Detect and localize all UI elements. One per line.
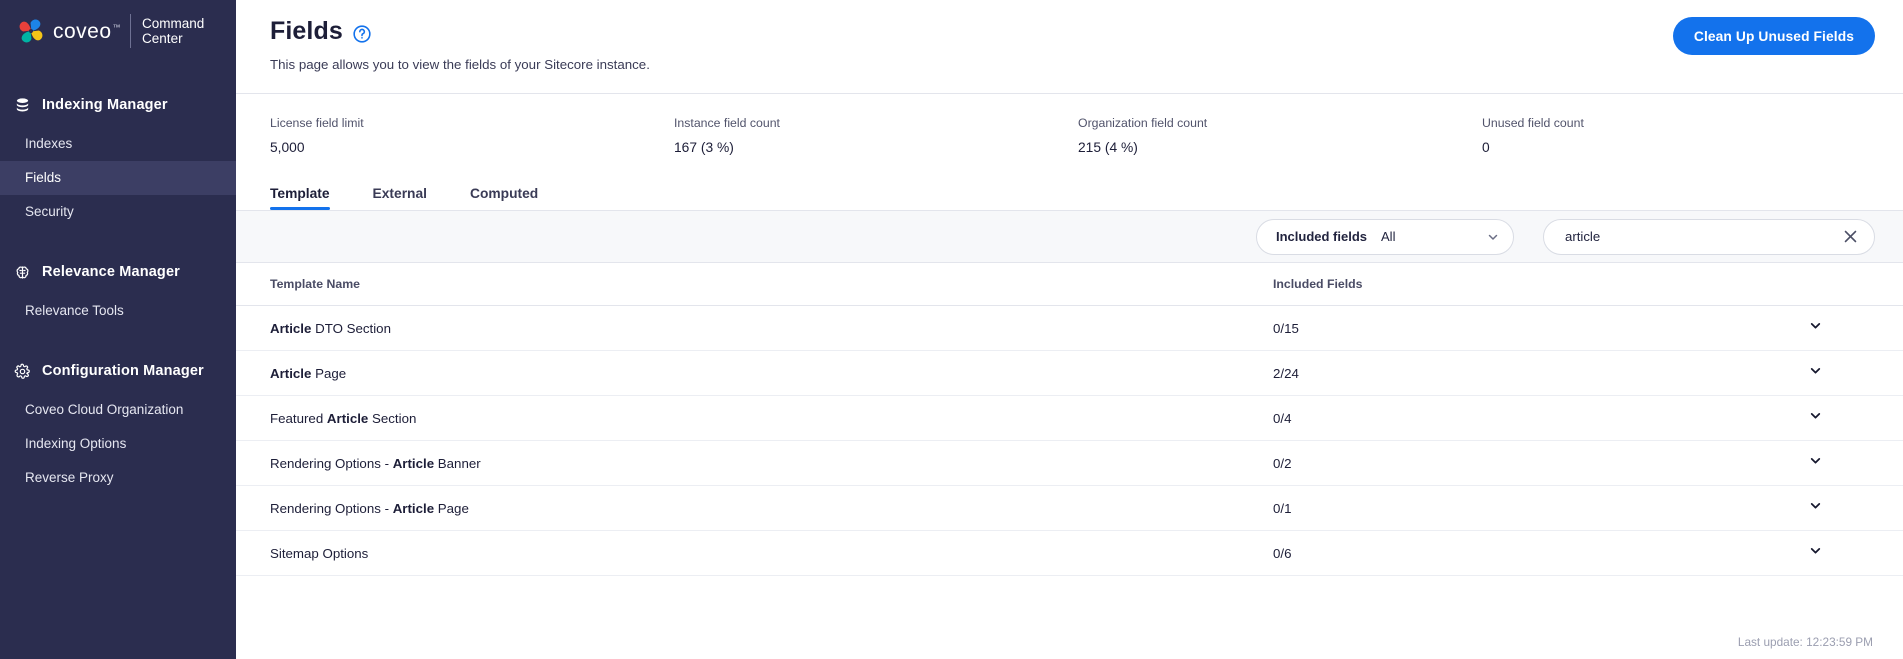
- trademark-symbol: ™: [112, 23, 122, 32]
- included-fields-select[interactable]: Included fields All: [1256, 218, 1514, 255]
- included-fields-label: Included fields: [1276, 229, 1368, 244]
- table-row[interactable]: Article Page 2/24: [236, 351, 1903, 396]
- sidebar-item-relevance-tools[interactable]: Relevance Tools: [0, 294, 236, 328]
- page-title: Fields: [270, 17, 343, 45]
- product-name: Command Center: [142, 16, 204, 47]
- stat-value: 215 (4 %): [1078, 140, 1138, 155]
- sidebar-item-indexes[interactable]: Indexes: [0, 127, 236, 161]
- chevron-down-icon: [1487, 231, 1499, 243]
- main-content: Fields This page allows you to view the …: [236, 0, 1903, 659]
- sidebar-item-security[interactable]: Security: [0, 195, 236, 229]
- templates-table: Template Name Included Fields Article DT…: [236, 263, 1903, 659]
- cell-template-name: Rendering Options - Article Banner: [270, 455, 481, 471]
- cell-template-name: Article DTO Section: [270, 320, 391, 336]
- stat-instance-field-count: Instance field count 167 (3 %): [674, 116, 1078, 172]
- sidebar-section-configuration-manager: Configuration Manager: [0, 354, 236, 388]
- table-row[interactable]: Article DTO Section 0/15: [236, 306, 1903, 351]
- question-circle-icon[interactable]: [352, 24, 372, 44]
- brand-name: coveo: [53, 20, 112, 43]
- stat-organization-field-count: Organization field count 215 (4 %): [1078, 116, 1482, 172]
- cell-included-fields: 2/24: [1273, 365, 1299, 381]
- stat-unused-field-count: Unused field count 0: [1482, 116, 1584, 172]
- table-row[interactable]: Featured Article Section 0/4: [236, 396, 1903, 441]
- cell-expand: [1755, 319, 1875, 337]
- stats-row: License field limit 5,000 Instance field…: [236, 94, 1903, 172]
- table-body: Article DTO Section 0/15 Article Page 2/24 F…: [236, 306, 1903, 576]
- cell-template-name: Featured Article Section: [270, 410, 417, 426]
- cell-expand: [1755, 499, 1875, 517]
- close-x-icon[interactable]: [1839, 226, 1861, 248]
- cell-included-fields: 0/15: [1273, 320, 1299, 336]
- tab-external[interactable]: External: [373, 186, 427, 210]
- brand-divider: [130, 14, 132, 48]
- sidebar: coveo™ Command Center Indexing Manager I…: [0, 0, 236, 659]
- table-header-row: Template Name Included Fields: [236, 263, 1903, 306]
- brand-wordmark: coveo™: [53, 20, 121, 44]
- chevron-down-icon[interactable]: [1755, 499, 1875, 512]
- cell-expand: [1755, 409, 1875, 427]
- tab-template[interactable]: Template: [270, 186, 330, 210]
- filter-bar: Included fields All: [236, 211, 1903, 263]
- product-name-line1: Command: [142, 15, 205, 31]
- cell-included-fields: 0/6: [1273, 545, 1292, 561]
- gear-icon: [13, 362, 32, 381]
- search-box[interactable]: [1543, 218, 1875, 255]
- column-header-included-fields: Included Fields: [1273, 277, 1363, 291]
- tab-bar: Template External Computed: [236, 172, 1903, 210]
- stat-label: License field limit: [270, 116, 364, 130]
- database-icon: [13, 96, 32, 115]
- search-input[interactable]: [1563, 228, 1839, 245]
- sidebar-section-relevance-manager: Relevance Manager: [0, 255, 236, 289]
- cell-included-fields: 0/1: [1273, 500, 1292, 516]
- stat-label: Instance field count: [674, 116, 780, 130]
- cell-included-fields: 0/2: [1273, 455, 1292, 471]
- stat-label: Unused field count: [1482, 116, 1584, 130]
- stat-value: 0: [1482, 140, 1490, 155]
- stat-label: Organization field count: [1078, 116, 1208, 130]
- chevron-down-icon[interactable]: [1755, 364, 1875, 377]
- cell-included-fields: 0/4: [1273, 410, 1292, 426]
- page-description: This page allows you to view the fields …: [270, 57, 650, 72]
- tab-computed[interactable]: Computed: [470, 186, 538, 210]
- coveo-pinwheel-logo-icon: [16, 16, 46, 46]
- cell-template-name: Rendering Options - Article Page: [270, 500, 469, 516]
- sidebar-section-label: Relevance Manager: [42, 264, 180, 280]
- sidebar-item-reverse-proxy[interactable]: Reverse Proxy: [0, 461, 236, 495]
- page-header: Fields This page allows you to view the …: [236, 0, 1903, 93]
- clean-up-unused-fields-button[interactable]: Clean Up Unused Fields: [1672, 17, 1875, 55]
- cell-expand: [1755, 454, 1875, 472]
- table-row[interactable]: Rendering Options - Article Banner 0/2: [236, 441, 1903, 486]
- chevron-down-icon[interactable]: [1755, 319, 1875, 332]
- cell-template-name: Sitemap Options: [270, 545, 369, 561]
- cell-expand: [1755, 364, 1875, 382]
- brand-header[interactable]: coveo™ Command Center: [0, 0, 236, 62]
- sidebar-section-indexing-manager: Indexing Manager: [0, 88, 236, 122]
- brain-icon: [13, 263, 32, 282]
- included-fields-value: All: [1381, 229, 1396, 244]
- chevron-down-icon[interactable]: [1755, 454, 1875, 467]
- chevron-down-icon[interactable]: [1755, 544, 1875, 557]
- sidebar-item-fields[interactable]: Fields: [0, 161, 236, 195]
- column-header-template-name: Template Name: [270, 277, 360, 291]
- app-root: coveo™ Command Center Indexing Manager I…: [0, 0, 1903, 659]
- stat-value: 5,000: [270, 140, 305, 155]
- cell-expand: [1755, 544, 1875, 562]
- product-name-line2: Center: [142, 31, 183, 46]
- sidebar-item-coveo-cloud-organization[interactable]: Coveo Cloud Organization: [0, 393, 236, 427]
- stat-value: 167 (3 %): [674, 140, 734, 155]
- last-update-label: Last update: 12:23:59 PM: [1737, 635, 1873, 649]
- table-row[interactable]: Rendering Options - Article Page 0/1: [236, 486, 1903, 531]
- page-title-row: Fields: [270, 17, 1875, 46]
- table-row[interactable]: Sitemap Options 0/6: [236, 531, 1903, 576]
- sidebar-item-indexing-options[interactable]: Indexing Options: [0, 427, 236, 461]
- stat-license-field-limit: License field limit 5,000: [270, 116, 674, 172]
- chevron-down-icon[interactable]: [1755, 409, 1875, 422]
- sidebar-section-label: Indexing Manager: [42, 97, 168, 113]
- sidebar-section-label: Configuration Manager: [42, 363, 204, 379]
- cell-template-name: Article Page: [270, 365, 347, 381]
